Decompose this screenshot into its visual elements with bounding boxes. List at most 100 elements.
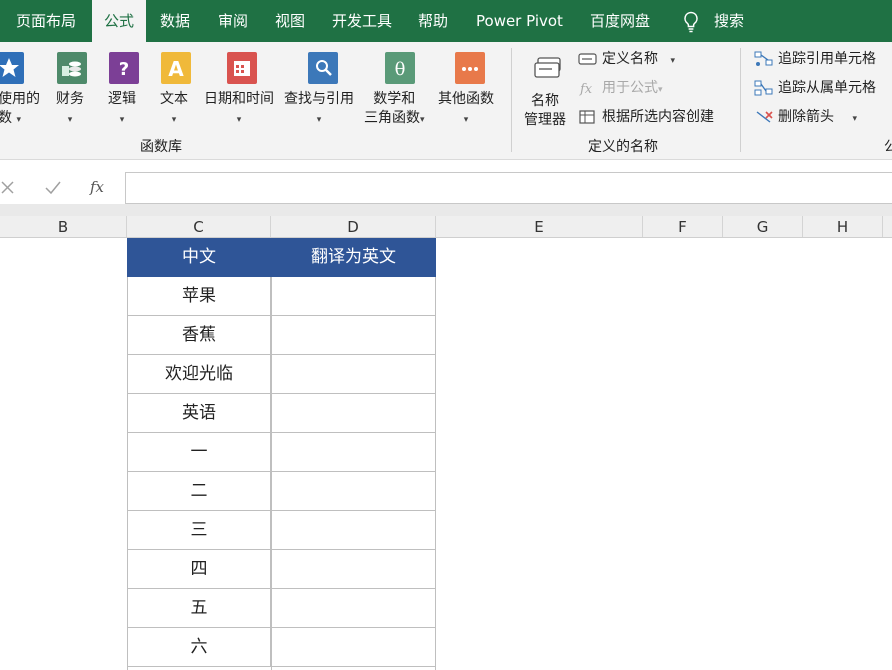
math-trig-label-2: 三角函数 [364, 110, 420, 126]
column-header-d[interactable]: D [271, 216, 436, 237]
lookup-reference-button[interactable]: 查找与引用 ▾ [284, 42, 362, 132]
tab-baidu-netdisk[interactable]: 百度网盘 [590, 0, 650, 42]
cancel-icon[interactable] [0, 180, 16, 196]
cell-chinese[interactable]: 英语 [127, 394, 271, 433]
star-icon [0, 52, 24, 84]
cell-chinese[interactable]: 四 [127, 550, 271, 589]
column-headers: B C D E F G H [0, 216, 892, 238]
defined-names-group-label: 定义的名称 [588, 139, 658, 155]
create-from-selection-button[interactable]: 根据所选内容创建 [578, 107, 714, 127]
text-a-icon: A [161, 52, 191, 84]
magnifier-icon [308, 52, 338, 84]
enter-check-icon[interactable] [44, 180, 62, 196]
more-functions-button[interactable]: 其他函数 ▾ [438, 42, 502, 132]
theta-icon: θ [385, 52, 415, 84]
trace-precedents-icon [754, 51, 773, 66]
column-header-g[interactable]: G [723, 216, 803, 237]
remove-arrows-icon [756, 111, 773, 123]
calendar-icon [227, 52, 257, 84]
tab-formulas[interactable]: 公式 [92, 0, 146, 42]
recently-used-button[interactable]: 使用的 数 ▾ [0, 42, 46, 132]
cell-chinese[interactable]: 六 [127, 628, 271, 667]
name-manager-label: 名称 [531, 93, 559, 109]
grid-spacer [0, 204, 892, 216]
tab-data[interactable]: 数据 [160, 0, 190, 42]
cell-chinese[interactable]: 欢迎光临 [127, 355, 271, 394]
name-manager-label-2: 管理器 [524, 112, 566, 128]
text-label: 文本 [160, 91, 188, 107]
financial-button[interactable]: 财务 ▾ [54, 42, 90, 132]
svg-text:A: A [168, 57, 184, 81]
ribbon: 使用的 数 ▾ 财务 ▾ ? 逻辑 ▾ A 文本 ▾ 日期和时间 ▾ 查找与引用 ▾ [0, 42, 892, 160]
math-trig-label: 数学和 [373, 91, 416, 107]
text-button[interactable]: A 文本 ▾ [158, 42, 194, 132]
cell-chinese[interactable]: 香蕉 [127, 316, 271, 355]
math-trig-button[interactable]: θ 数学和 三角函数▾ [364, 42, 436, 132]
use-in-formula-button[interactable]: fx 用于公式▾ [578, 78, 663, 98]
tab-help[interactable]: 帮助 [418, 0, 448, 42]
column-header-e[interactable]: E [436, 216, 643, 237]
cell-english[interactable] [271, 394, 436, 433]
remove-arrows-label: 删除箭头 [778, 109, 834, 125]
cell-english[interactable] [271, 511, 436, 550]
trace-dependents-label: 追踪从属单元格 [778, 80, 876, 96]
coins-icon [57, 52, 87, 84]
cell-chinese[interactable]: 苹果 [127, 277, 271, 316]
insert-function-icon[interactable]: fx [88, 177, 110, 197]
cell-chinese[interactable]: 一 [127, 433, 271, 472]
logical-label: 逻辑 [108, 91, 136, 107]
create-from-selection-label: 根据所选内容创建 [602, 109, 714, 125]
define-name-button[interactable]: 定义名称 ▾ [578, 49, 675, 69]
cell-chinese[interactable]: 五 [127, 589, 271, 628]
more-icon [455, 52, 485, 84]
tab-page-layout[interactable]: 页面布局 [16, 0, 76, 42]
formula-input[interactable] [125, 172, 892, 204]
cell-english[interactable] [271, 355, 436, 394]
cell-english[interactable] [271, 433, 436, 472]
column-header-h[interactable]: H [803, 216, 883, 237]
cell-english[interactable] [271, 550, 436, 589]
lightbulb-icon [684, 11, 698, 33]
cell-english[interactable] [271, 316, 436, 355]
more-functions-label: 其他函数 [438, 91, 494, 107]
lookup-reference-label: 查找与引用 [284, 91, 354, 107]
tab-power-pivot[interactable]: Power Pivot [476, 0, 563, 42]
cell-english[interactable] [271, 628, 436, 667]
trace-dependents-icon [754, 80, 773, 96]
search-button[interactable]: 搜索 [714, 0, 744, 42]
cell-english[interactable] [271, 277, 436, 316]
tab-developer[interactable]: 开发工具 [332, 0, 392, 42]
svg-text:fx: fx [89, 178, 105, 196]
formula-auditing-group-label: 公 [884, 139, 892, 155]
remove-arrows-button[interactable]: 删除箭头 ▾ [754, 107, 857, 127]
svg-text:?: ? [119, 59, 129, 80]
trace-precedents-button[interactable]: 追踪引用单元格 [754, 49, 876, 69]
function-library-group-label: 函数库 [140, 139, 182, 155]
logical-button[interactable]: ? 逻辑 ▾ [106, 42, 142, 132]
date-time-button[interactable]: 日期和时间 ▾ [204, 42, 282, 132]
header-cell-english[interactable]: 翻译为英文 [271, 238, 436, 277]
column-header-c[interactable]: C [127, 216, 271, 237]
recently-used-label-2: 数 [0, 110, 12, 126]
formula-bar-buttons: fx [0, 172, 122, 202]
tab-view[interactable]: 视图 [275, 0, 305, 42]
header-cell-chinese[interactable]: 中文 [127, 238, 271, 277]
svg-text:θ: θ [395, 59, 406, 80]
trace-dependents-button[interactable]: 追踪从属单元格 [754, 78, 876, 98]
column-header-b[interactable]: B [0, 216, 127, 237]
financial-label: 财务 [56, 91, 84, 107]
column-header-f[interactable]: F [643, 216, 723, 237]
fx-icon: fx [579, 82, 593, 96]
define-name-label: 定义名称 [602, 51, 658, 67]
name-tags-icon [532, 54, 562, 86]
cell-chinese[interactable]: 三 [127, 511, 271, 550]
create-from-selection-icon [579, 110, 595, 124]
date-time-label: 日期和时间 [204, 91, 274, 107]
use-in-formula-label: 用于公式 [602, 80, 658, 96]
cell-english[interactable] [271, 589, 436, 628]
ribbon-tab-bar: 页面布局 公式 数据 审阅 视图 开发工具 帮助 Power Pivot 百度网… [0, 0, 892, 42]
tab-review[interactable]: 审阅 [218, 0, 248, 42]
name-manager-button[interactable]: 名称 管理器 [522, 42, 574, 132]
cell-chinese[interactable]: 二 [127, 472, 271, 511]
cell-english[interactable] [271, 472, 436, 511]
